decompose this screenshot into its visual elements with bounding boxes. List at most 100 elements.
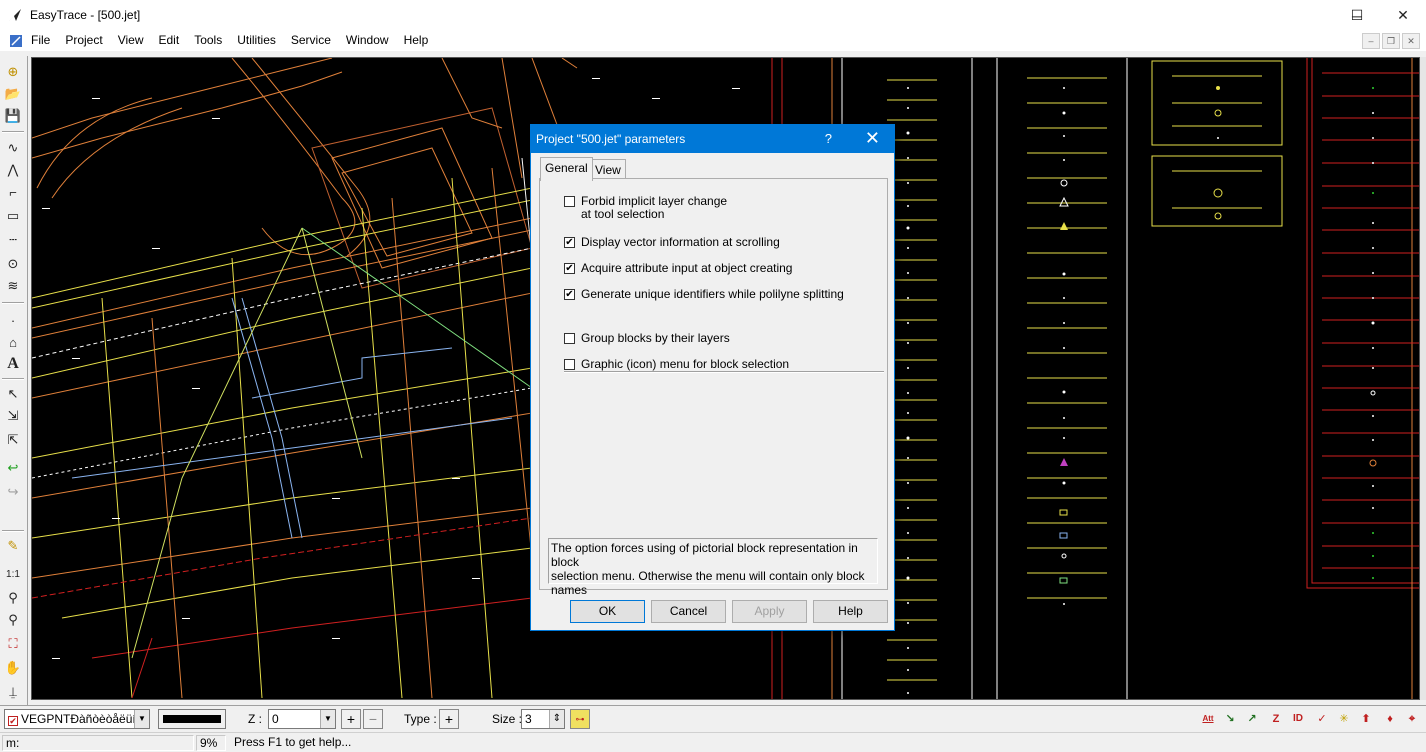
menu-utilities[interactable]: Utilities [237,33,276,47]
graphic-icon-menu-checkbox[interactable]: Graphic (icon) menu for block selection [564,358,789,371]
menu-file[interactable]: File [31,33,50,47]
measure-icon[interactable]: ⍊ [3,682,23,702]
status-message: Press F1 to get help... [234,735,352,749]
checkbox-box[interactable] [564,333,575,344]
zoom-pane: 9% [196,735,226,751]
menu-bar: File Project View Edit Tools Utilities S… [0,31,1426,51]
undo-icon[interactable]: ↩ [3,458,23,478]
mdi-minimize-button[interactable]: – [1362,33,1380,49]
toolbar-separator [2,131,24,133]
mdi-close-button[interactable]: ✕ [1402,33,1420,49]
section-divider [564,371,884,373]
z-select[interactable]: 0 ▼ [268,709,336,729]
checkbox-box[interactable]: ✔ [564,237,575,248]
zoom-icon[interactable]: ⚲ [3,588,23,608]
step-line-tool-icon[interactable]: ⌐ [3,182,23,202]
chevron-down-icon[interactable]: ▼ [134,710,149,728]
checkbox-box[interactable] [564,196,575,207]
arrow-up-icon[interactable]: ⬆ [1356,709,1376,729]
dashed-line-tool-icon[interactable]: ┄ [3,230,23,250]
maximize-button[interactable]: ☐ [1334,0,1380,31]
type-plus-button[interactable]: + [439,709,459,729]
size-input[interactable]: 3 ⇕ [521,709,565,729]
circle-tool-icon[interactable]: ⊙ [3,254,23,274]
coord-label: m: [6,736,20,750]
block-tool-icon[interactable]: ⌂ [3,332,23,352]
checkbox-label: Acquire attribute input at object creati… [581,261,793,275]
z-minus-button[interactable]: − [363,709,383,729]
window-title: EasyTrace - [500.jet] [30,8,141,22]
dialog-title-bar: Project "500.jet" parameters ? ✕ [531,125,894,153]
select-area-icon[interactable]: ⇱ [3,430,23,450]
generate-unique-ids-checkbox[interactable]: ✔ Generate unique identifiers while poli… [564,288,844,301]
hatch-tool-icon[interactable]: ≋ [3,276,23,296]
checkbox-box[interactable]: ✔ [564,289,575,300]
text-tool-icon[interactable]: A [3,354,23,374]
redo-icon[interactable]: ↪ [3,482,23,502]
id-icon[interactable]: ID [1288,709,1308,729]
tab-general[interactable]: General [540,157,593,181]
zoom-window-icon[interactable]: ⚲ [3,610,23,630]
edit-nodes-icon[interactable]: ⇲ [3,406,23,426]
pan-hand-icon[interactable]: ✋ [3,658,23,678]
toolbar-separator [2,302,24,304]
dialog-help-button[interactable]: ? [825,131,832,146]
diamond-icon[interactable]: ♦ [1380,709,1400,729]
zoom-1-1-button[interactable]: 1:1 [3,564,23,584]
ok-button[interactable]: OK [570,600,645,623]
layer-select[interactable]: ✔ VEGPNTÐàñòèòåëüíî ▼ [4,709,150,729]
checkbox-box[interactable] [564,359,575,370]
magic-wand-icon[interactable]: ✳ [1334,709,1354,729]
document-icon[interactable] [8,33,24,49]
z-plus-button[interactable]: + [341,709,361,729]
new-project-icon[interactable]: ⊕ [3,62,23,82]
menu-window[interactable]: Window [346,33,389,47]
attribute-icon[interactable]: Att [1198,709,1218,729]
left-toolbar: ⊕ 📂 💾 ∿ ⋀ ⌐ ▭ ┄ ⊙ ≋ · ⌂ A ↖ ⇲ ⇱ ↩ ↪ ✎ 1:… [0,56,28,706]
checkbox-label: Group blocks by their layers [581,331,730,345]
line-style-preview[interactable] [158,709,226,729]
help-text-line: selection menu. Otherwise the menu will … [551,569,865,597]
snap-toggle-icon[interactable]: ⊶ [570,709,590,729]
close-button[interactable]: ✕ [1380,0,1426,31]
check-icon[interactable]: ✓ [1312,709,1332,729]
menu-service[interactable]: Service [291,33,331,47]
spinner-icon[interactable]: ⇕ [549,710,564,728]
forbid-layer-change-checkbox[interactable]: Forbid implicit layer change at tool sele… [564,195,727,221]
dialog-close-button[interactable]: ✕ [865,128,880,149]
display-vector-info-checkbox[interactable]: ✔ Display vector information at scrollin… [564,236,780,249]
group-blocks-checkbox[interactable]: Group blocks by their layers [564,332,730,345]
apply-button[interactable]: Apply [732,600,807,623]
help-button[interactable]: Help [813,600,888,623]
zoom-extents-icon[interactable]: ⛶ [3,634,23,654]
chevron-down-icon[interactable]: ▼ [320,710,335,728]
select-tool-icon[interactable]: ↖ [3,384,23,404]
menu-help[interactable]: Help [404,33,429,47]
status-bar: m: 9% Press F1 to get help... [0,732,1426,752]
point-tool-icon[interactable]: · [3,310,23,330]
mdi-buttons: – ❐ ✕ [1360,33,1420,49]
open-folder-icon[interactable]: 📂 [3,84,23,104]
menu-tools[interactable]: Tools [194,33,222,47]
menu-view[interactable]: View [118,33,144,47]
trace-down-icon[interactable]: ↘ [1220,709,1240,729]
save-icon[interactable]: 💾 [3,106,23,126]
vertical-scrollbar[interactable] [1420,57,1426,700]
z-value-icon[interactable]: Z [1266,709,1286,729]
target-icon[interactable]: ⌖ [1402,709,1422,729]
checkbox-box[interactable]: ✔ [564,263,575,274]
trace-up-icon[interactable]: ↗ [1242,709,1262,729]
acquire-attribute-input-checkbox[interactable]: ✔ Acquire attribute input at object crea… [564,262,792,275]
curve-tool-icon[interactable]: ∿ [3,138,23,158]
mdi-restore-button[interactable]: ❐ [1382,33,1400,49]
z-label: Z : [248,712,262,726]
size-value: 3 [525,712,532,726]
polyline-tool-icon[interactable]: ⋀ [3,160,23,180]
cancel-button[interactable]: Cancel [651,600,726,623]
toolbar-separator [2,378,24,380]
menu-project[interactable]: Project [65,33,102,47]
rectangle-tool-icon[interactable]: ▭ [3,206,23,226]
menu-edit[interactable]: Edit [159,33,180,47]
pencil-icon[interactable]: ✎ [3,536,23,556]
type-label: Type : [404,712,437,726]
